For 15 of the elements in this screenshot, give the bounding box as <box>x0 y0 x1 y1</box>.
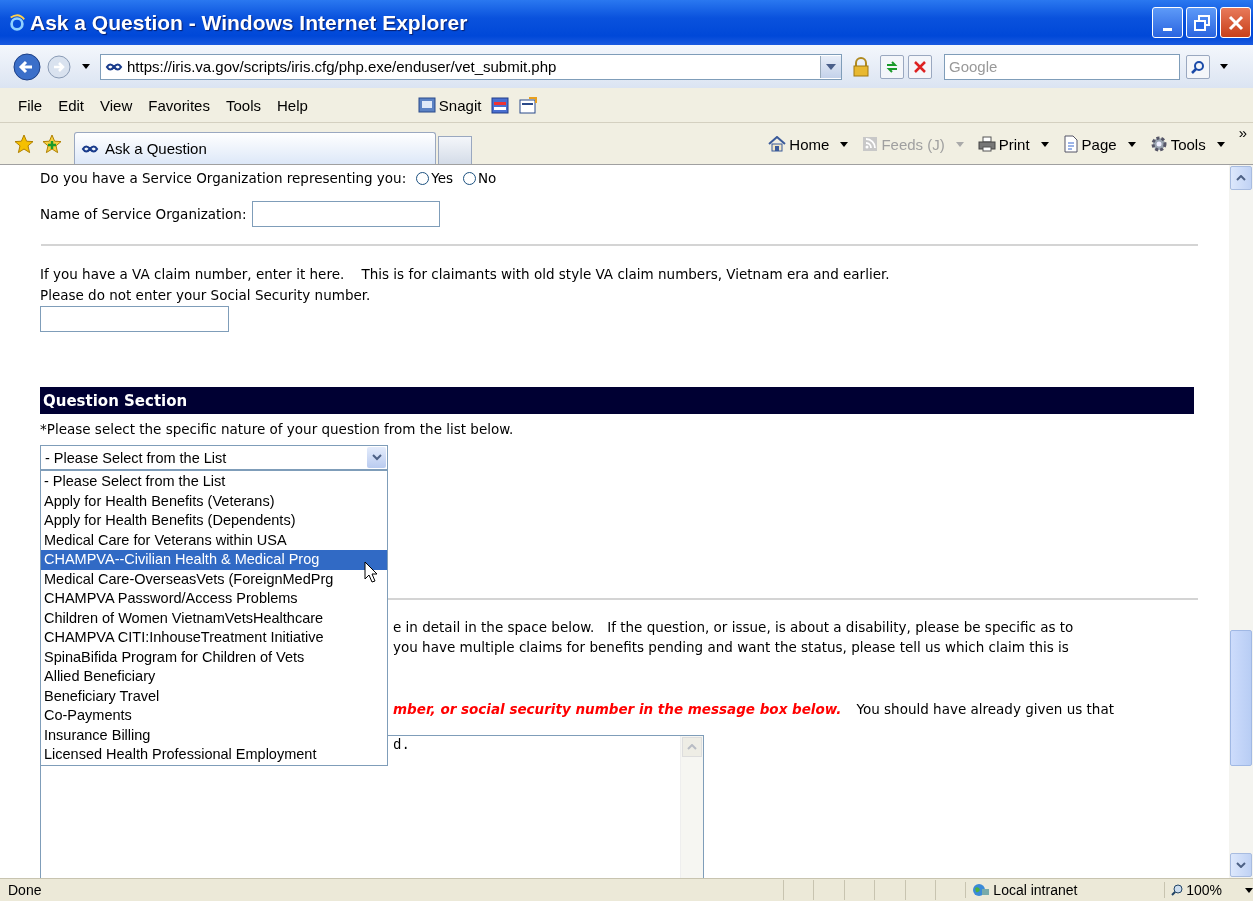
security-zone: Local intranet <box>965 882 1165 898</box>
window-title: Ask a Question - Windows Internet Explorer <box>30 10 468 35</box>
instruction-text: You should have already given us that <box>856 701 1114 717</box>
instruction-text: If you have a VA claim number, enter it here. This is for claimants with old style VA claim numbers, Vietnam era and earlier. <box>40 265 891 284</box>
radio-label: No <box>478 170 497 186</box>
radio-label: Yes <box>431 170 453 186</box>
warning-text: mber, or social security number in the message box below. <box>393 701 842 717</box>
status-text: Done <box>7 882 43 898</box>
instruction-text: Please do not enter your Social Security number. <box>40 286 372 305</box>
field-label: Name of Service Organization: <box>40 206 247 222</box>
section-header: Question Section <box>40 387 1194 414</box>
question-label: Do you have a Service Organization representing you: <box>40 170 407 186</box>
instruction-text: e in detail in the space below. If the question, or issue, is about a disability, please be specific as to <box>393 618 1075 637</box>
instruction-text: *Please select the specific nature of your question from the list below. <box>40 421 515 437</box>
instruction-text: you have multiple claims for benefits pending and want the status, please tell us which claim this is <box>393 638 1070 657</box>
